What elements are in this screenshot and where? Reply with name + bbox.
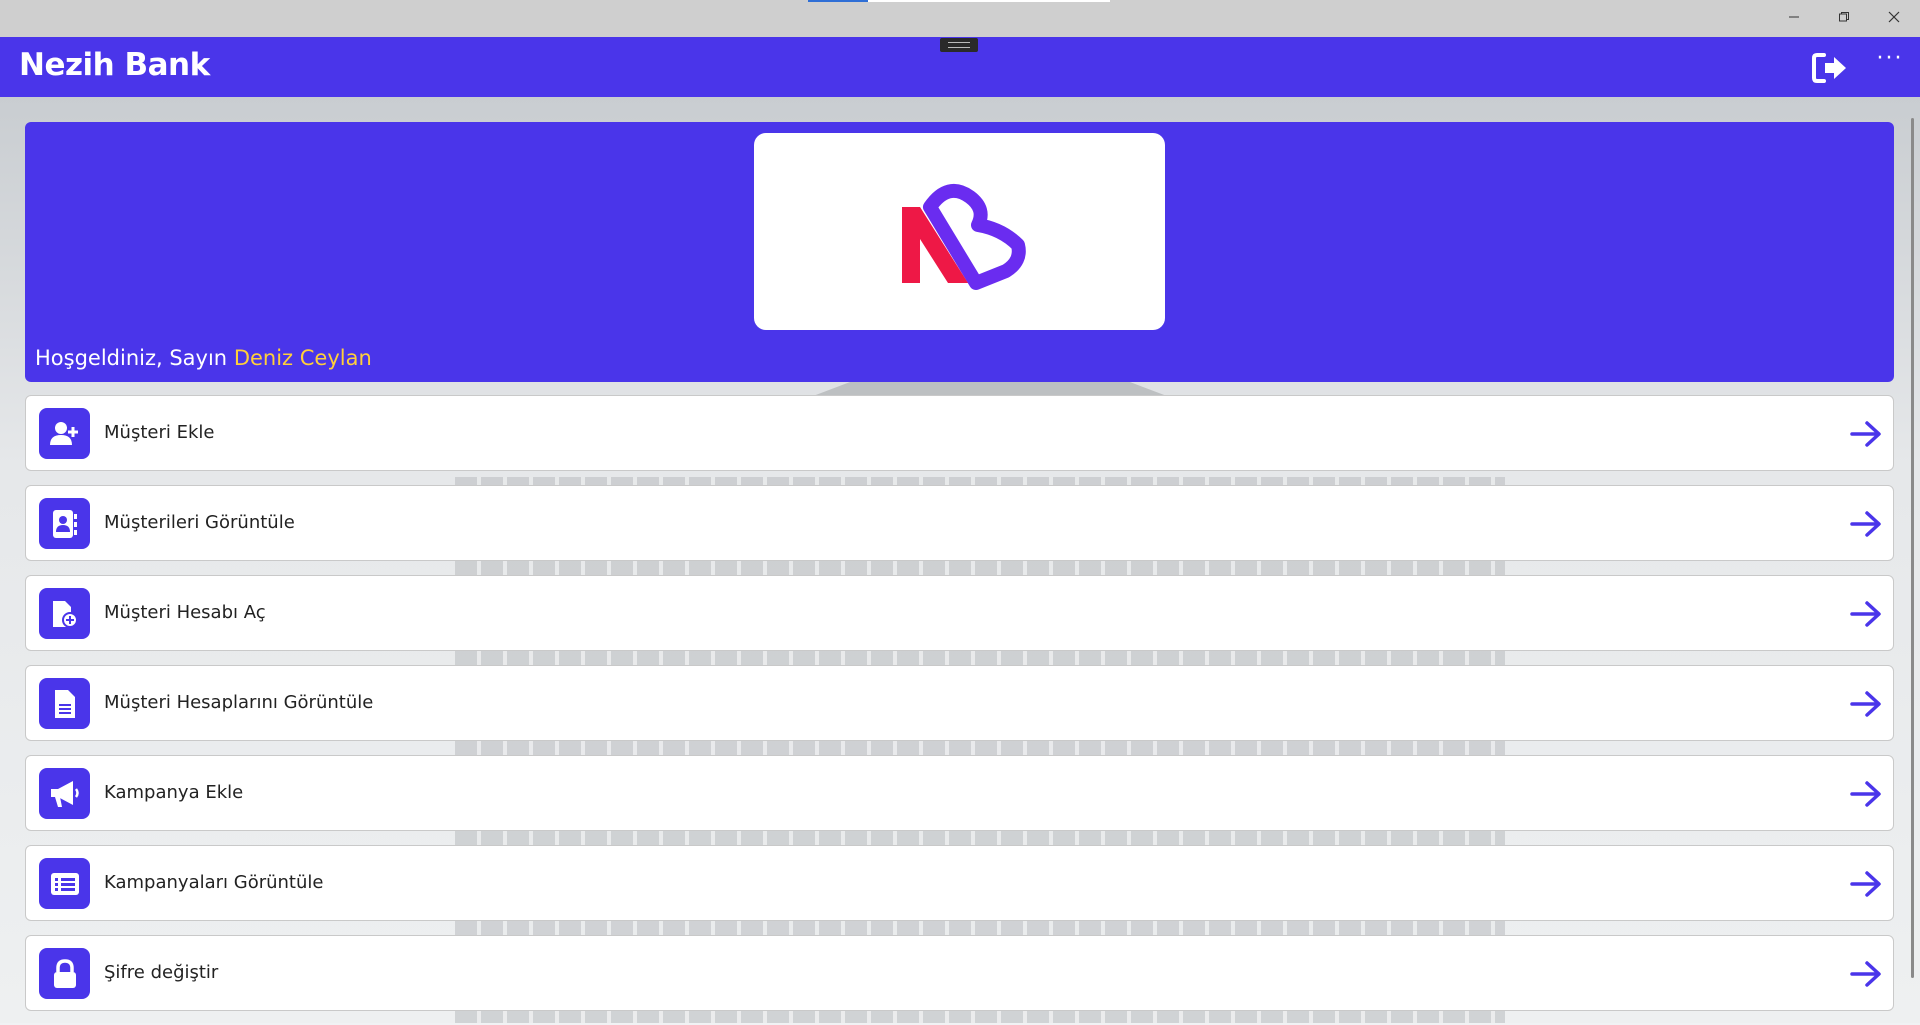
menu-item-label: Müşteri Hesaplarını Görüntüle	[104, 692, 374, 713]
menu-item-add-campaign[interactable]: Kampanya Ekle	[25, 755, 1894, 831]
document-icon	[39, 678, 90, 729]
menu-item-change-password[interactable]: Şifre değiştir	[25, 935, 1894, 1011]
arrow-right-icon	[1849, 959, 1883, 989]
title-progress-indicator	[808, 0, 868, 2]
arrow-right-icon	[1849, 419, 1883, 449]
menu-item-label: Müşteri Hesabı Aç	[104, 602, 266, 623]
arrow-right-icon	[1849, 689, 1883, 719]
drag-handle-icon[interactable]	[940, 38, 978, 52]
title-progress-track	[868, 0, 1110, 2]
window-titlebar	[0, 0, 1920, 37]
restore-icon[interactable]	[1822, 4, 1866, 30]
app-title: Nezih Bank	[19, 47, 210, 83]
menu-item-view-accounts[interactable]: Müşteri Hesaplarını Görüntüle	[25, 665, 1894, 741]
megaphone-icon	[39, 768, 90, 819]
lock-icon	[39, 948, 90, 999]
more-icon[interactable]: ···	[1872, 48, 1908, 79]
menu-item-open-account[interactable]: Müşteri Hesabı Aç	[25, 575, 1894, 651]
menu-item-label: Müşteri Ekle	[104, 422, 215, 443]
menu-item-view-customers[interactable]: Müşterileri Görüntüle	[25, 485, 1894, 561]
user-plus-icon	[39, 408, 90, 459]
arrow-right-icon	[1849, 509, 1883, 539]
menu-item-add-customer[interactable]: Müşteri Ekle	[25, 395, 1894, 471]
menu-item-label: Kampanyaları Görüntüle	[104, 872, 324, 893]
arrow-right-icon	[1849, 779, 1883, 809]
welcome-card: Hoşgeldiniz, Sayın Deniz Ceylan	[25, 122, 1894, 382]
minimize-icon[interactable]	[1772, 4, 1816, 30]
app-header: Nezih Bank ···	[0, 37, 1920, 97]
list-icon	[39, 858, 90, 909]
file-add-icon	[39, 588, 90, 639]
welcome-message: Hoşgeldiniz, Sayın Deniz Ceylan	[35, 346, 372, 370]
vertical-scrollbar[interactable]	[1911, 118, 1914, 978]
arrow-right-icon	[1849, 869, 1883, 899]
nb-logo-icon	[901, 183, 1026, 290]
menu-item-label: Kampanya Ekle	[104, 782, 244, 803]
user-name: Deniz Ceylan	[233, 346, 372, 370]
menu-item-label: Şifre değiştir	[104, 962, 219, 983]
arrow-right-icon	[1849, 599, 1883, 629]
logout-icon[interactable]	[1811, 51, 1849, 85]
menu-item-label: Müşterileri Görüntüle	[104, 512, 295, 533]
close-icon[interactable]	[1872, 4, 1916, 30]
menu-item-view-campaigns[interactable]: Kampanyaları Görüntüle	[25, 845, 1894, 921]
main-menu: Müşteri Ekle Müşterileri Görüntüle Müşte…	[25, 395, 1894, 1025]
contacts-book-icon	[39, 498, 90, 549]
welcome-prefix: Hoşgeldiniz, Sayın	[35, 346, 228, 370]
bank-logo	[754, 133, 1165, 330]
